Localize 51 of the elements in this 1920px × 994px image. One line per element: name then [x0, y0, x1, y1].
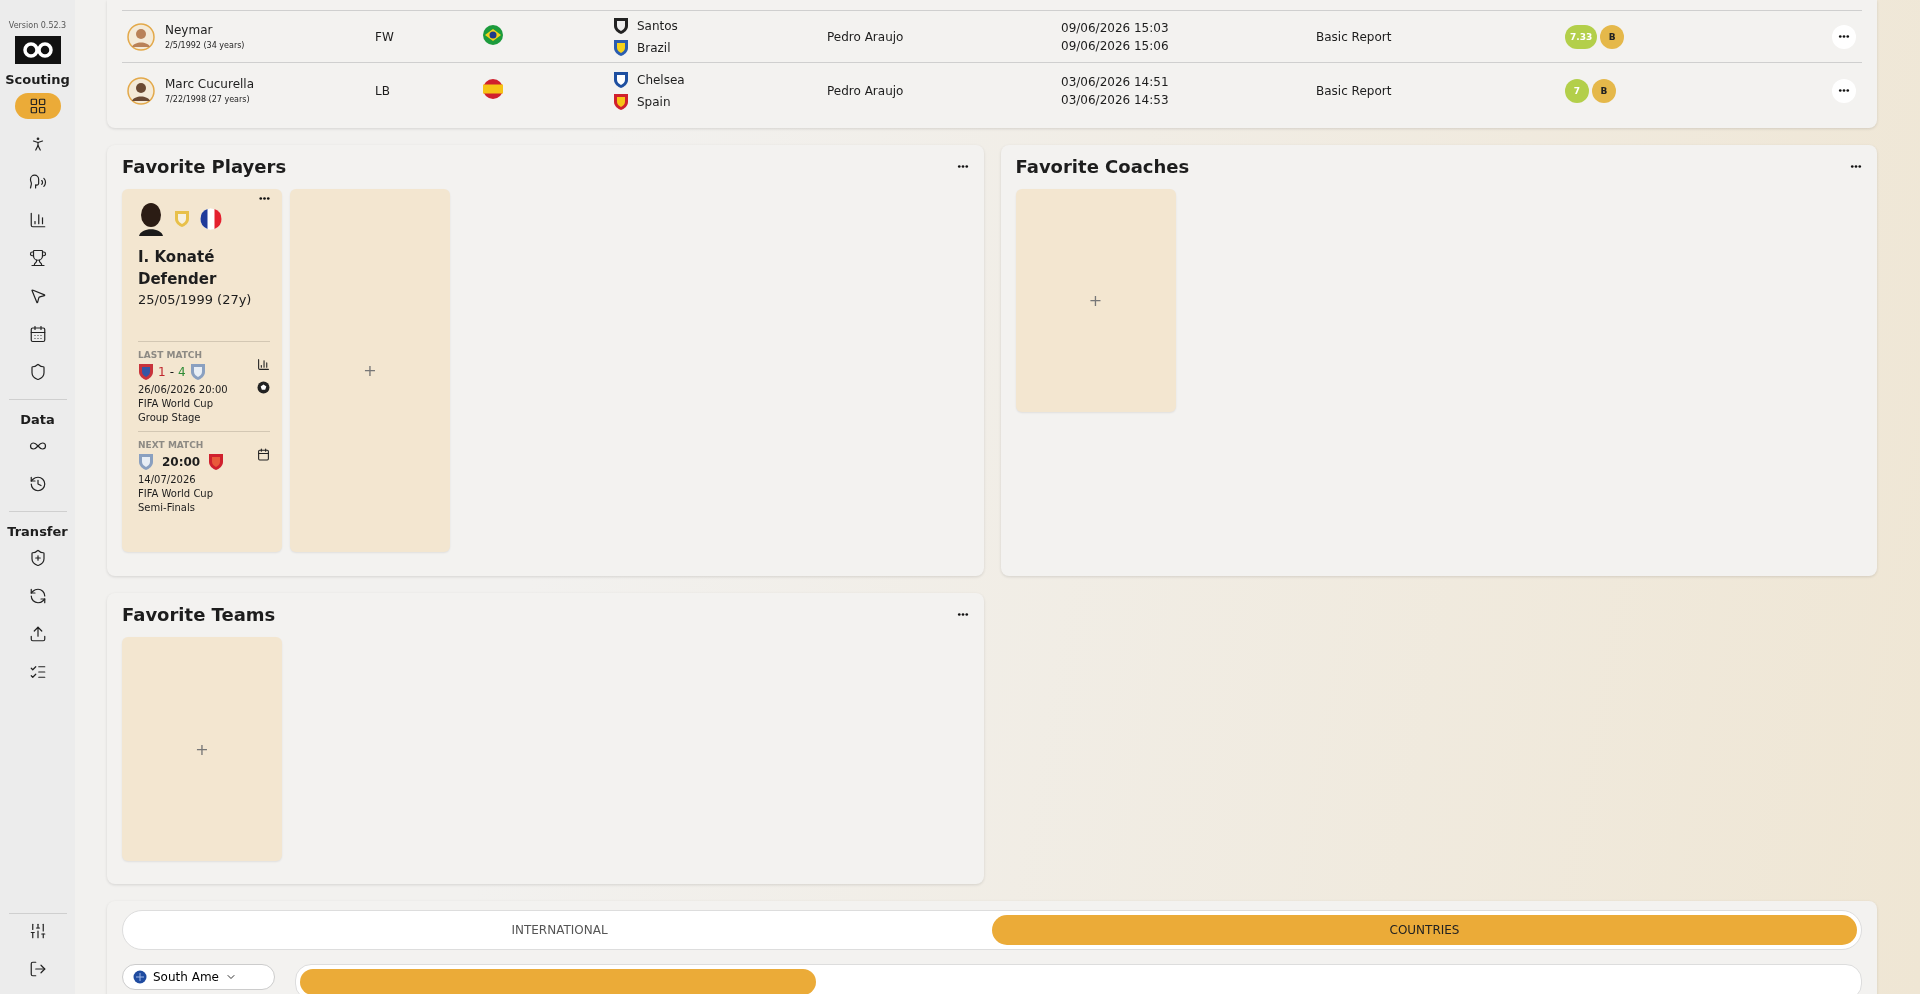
- region-dropdown[interactable]: South Ame: [122, 964, 275, 990]
- position: LB: [375, 83, 391, 98]
- created-date: 03/06/2026 14:51: [1061, 74, 1170, 89]
- grade-badge: B: [1592, 78, 1616, 103]
- score-separator: -: [169, 365, 174, 379]
- rating-badge: 7.33: [1565, 24, 1598, 49]
- grade-badge: B: [1600, 24, 1625, 49]
- team-name: Brazil: [637, 40, 671, 55]
- stage: Group Stage: [138, 412, 202, 423]
- match-date: 26/06/2026 20:00: [138, 384, 228, 395]
- stage: Semi-Finals: [138, 502, 196, 513]
- report-type: Basic Report: [1316, 83, 1393, 98]
- add-team-button[interactable]: +: [122, 637, 282, 861]
- position: FW: [375, 29, 395, 44]
- add-player-button[interactable]: +: [290, 189, 450, 552]
- competition: FIFA World Cup: [138, 398, 215, 409]
- panel-title: Favorite Coaches: [1015, 155, 1190, 177]
- scout-name: Pedro Araujo: [827, 29, 905, 44]
- section-label: NEXT MATCH: [138, 440, 205, 450]
- updated-date: 03/06/2026 14:53: [1061, 92, 1170, 107]
- panel-title: Favorite Teams: [122, 603, 276, 625]
- player-card[interactable]: I. Konaté Defender 25/05/1999 (27y) LAST MATCH 1 - 4 26/06/2026 20:00 FIFA World Cup Group Stage NEXT MATCH 20:00 14/07/2026 FIFA World Cup Semi-Finals: [122, 189, 282, 552]
- panel-title: Favorite Players: [122, 155, 287, 177]
- player-name: Neymar: [165, 23, 214, 37]
- birth-date: 7/22/1998 (27 years): [165, 95, 251, 104]
- section-label: LAST MATCH: [138, 350, 203, 360]
- scout-name: Pedro Araujo: [827, 83, 905, 98]
- club-name: Santos: [637, 18, 678, 33]
- player-name: I. Konaté: [138, 248, 216, 266]
- competition: FIFA World Cup: [138, 488, 215, 499]
- away-score: 4: [178, 365, 186, 379]
- match-time: 20:00: [162, 455, 201, 469]
- report-type: Basic Report: [1316, 29, 1393, 44]
- player-name: Marc Cucurella: [165, 77, 255, 91]
- birth-date: 25/05/1999 (27y): [138, 292, 253, 307]
- home-score: 1: [158, 365, 166, 379]
- rating-badge: 7: [1565, 78, 1589, 103]
- section-title: Scouting: [5, 72, 70, 87]
- tab[interactable]: COUNTRIES: [992, 915, 1857, 945]
- player-position: Defender: [138, 270, 218, 288]
- match-date: 14/07/2026: [138, 474, 197, 485]
- section-title: Data: [20, 412, 55, 427]
- add-coach-button[interactable]: +: [1015, 189, 1176, 412]
- section-title: Transfer: [7, 524, 68, 539]
- team-name: Spain: [637, 94, 671, 109]
- tab[interactable]: INTERNATIONAL: [127, 915, 992, 945]
- version-label: Version 0.52.3: [8, 21, 67, 30]
- updated-date: 09/06/2026 15:06: [1061, 38, 1170, 53]
- club-name: Chelsea: [637, 72, 685, 87]
- birth-date: 2/5/1992 (34 years): [165, 41, 245, 50]
- created-date: 09/06/2026 15:03: [1061, 20, 1170, 35]
